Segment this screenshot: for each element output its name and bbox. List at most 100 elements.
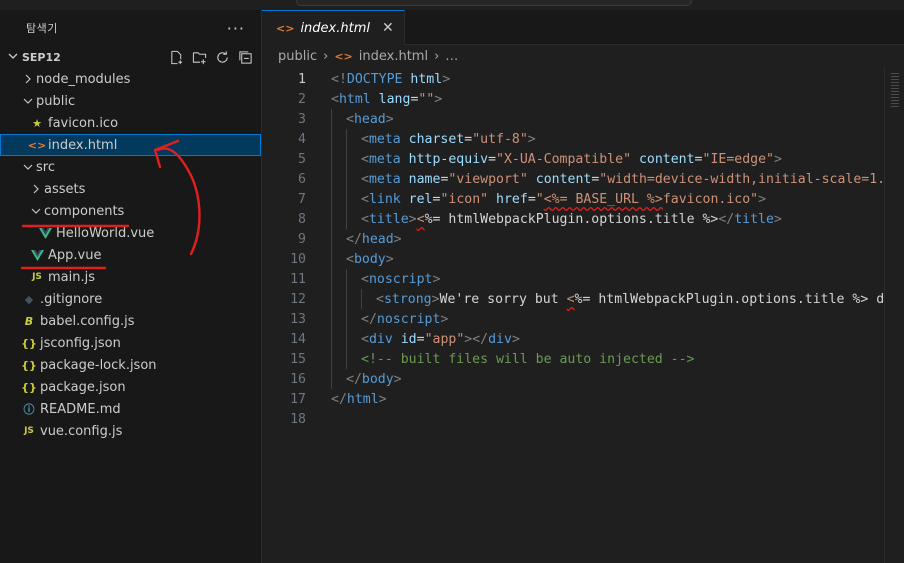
code-line[interactable]: 9 </head> [262,229,904,249]
code-line[interactable]: 8 <title><%= htmlWebpackPlugin.options.ti… [262,209,904,229]
code-token: > [442,71,451,87]
explorer-header: 탐색기 ··· [0,10,261,46]
code-text: <div id="app"></div> [306,329,520,349]
folder-item[interactable]: components [0,200,261,222]
line-number: 13 [290,311,306,327]
breadcrumb-separator-icon: › [323,48,329,64]
code-token: head [353,112,386,127]
code-line[interactable]: 18 [262,409,904,429]
code-line[interactable]: 12 <strong>We're sorry but <%= htmlWebpac… [262,289,904,309]
tab-label: index.html [300,20,370,36]
code-line[interactable]: 15 <!-- built files will be auto injected… [262,349,904,369]
collapse-all-icon[interactable] [237,49,253,65]
code-token: "icon" [440,192,489,207]
chevron-right-icon [20,74,36,84]
code-token: > [432,272,441,287]
indent-guide [346,329,361,349]
line-number: 10 [290,251,306,267]
tree-item-label: assets [44,181,86,197]
tree-item-label: README.md [40,401,121,417]
indent-guide [331,249,346,269]
line-number: 18 [290,411,306,427]
line-number: 16 [290,371,306,387]
code-token: ></ [464,332,489,347]
code-line[interactable]: 4 <meta charset="utf-8"> [262,129,904,149]
git-file-icon: ◆ [24,292,34,306]
code-line[interactable]: 2 <html lang=""> [262,89,904,109]
code-token: </ [331,391,347,407]
code-line[interactable]: 6 <meta name="viewport" content="width=de… [262,169,904,189]
code-editor[interactable]: 1 <!DOCTYPE html> 2 <html lang=""> 3 <head> 4 <… [262,69,904,429]
folder-item[interactable]: src [0,156,261,178]
code-line[interactable]: 11 <noscript> [262,269,904,289]
new-file-icon[interactable] [168,49,184,65]
code-token: </ [346,232,362,247]
file-item[interactable]: ★ favicon.ico [0,112,261,134]
html-file-icon: <> [334,49,353,63]
refresh-icon[interactable] [214,49,230,65]
code-token: "" [418,91,435,107]
file-item[interactable]: {} jsconfig.json [0,332,261,354]
close-icon[interactable]: ✕ [382,20,394,36]
indent-guide [331,269,346,289]
code-line[interactable]: 16 </body> [262,369,904,389]
tree-item-label: jsconfig.json [40,335,121,351]
indent-guide [346,209,361,229]
code-token: href [496,192,528,207]
code-token: > [378,391,387,407]
code-line[interactable]: 1 <!DOCTYPE html> [262,69,904,89]
json-file-icon: {} [21,358,37,372]
code-line[interactable]: 3 <head> [262,109,904,129]
code-token: < [361,132,369,147]
new-folder-icon[interactable] [191,49,207,65]
code-line[interactable]: 10 <body> [262,249,904,269]
more-actions-icon[interactable]: ··· [227,19,245,38]
code-line[interactable]: 14 <div id="app"></div> [262,329,904,349]
file-item[interactable]: {} package.json [0,376,261,398]
code-token: = [488,152,497,167]
breadcrumb-file[interactable]: index.html [359,49,428,64]
indent-guide [346,349,361,369]
code-token: < [346,112,354,127]
code-token: > [385,112,394,127]
code-line[interactable]: 5 <meta http-equiv="X-UA-Compatible" cont… [262,149,904,169]
json-file-icon: {} [21,336,37,350]
code-token: > [527,132,536,147]
code-token: <!-- built files will be auto injected -… [361,352,695,367]
minimap-slider[interactable] [891,73,899,107]
file-item[interactable]: JS main.js [0,266,261,288]
code-line[interactable]: 7 <link rel="icon" href="<%= BASE_URL %>f… [262,189,904,209]
file-item[interactable]: JS vue.config.js [0,420,261,442]
file-item[interactable]: <> index.html [0,134,261,156]
folder-item[interactable]: assets [0,178,261,200]
folder-item[interactable]: node_modules [0,68,261,90]
file-item[interactable]: HelloWorld.vue [0,222,261,244]
code-text: </noscript> [306,309,448,329]
indent-guide [361,289,376,309]
code-text: <body> [306,249,394,269]
file-item[interactable]: ◆ .gitignore [0,288,261,310]
code-text: <head> [306,109,394,129]
code-token: "app" [424,332,465,347]
minimap[interactable] [884,67,904,563]
code-text: <!-- built files will be auto injected -… [306,349,694,369]
file-item[interactable]: App.vue [0,244,261,266]
line-number: 7 [298,191,306,207]
command-center[interactable] [296,0,692,6]
code-text: <!DOCTYPE html> [306,72,450,87]
explorer-actions [168,49,261,65]
folder-item[interactable]: public [0,90,261,112]
file-item[interactable]: ⓘ README.md [0,398,261,420]
tab-index-html[interactable]: <> index.html ✕ [262,10,405,45]
code-line[interactable]: 13 </noscript> [262,309,904,329]
code-token: "IE=edge" [702,152,774,167]
project-section-header[interactable]: SEP12 [0,46,261,68]
file-item[interactable]: {} package-lock.json [0,354,261,376]
file-item[interactable]: Bbabel.config.js [0,310,261,332]
breadcrumb-symbol[interactable]: … [445,49,458,64]
code-line[interactable]: 17 </html> [262,389,904,409]
breadcrumb-folder[interactable]: public [278,49,317,64]
